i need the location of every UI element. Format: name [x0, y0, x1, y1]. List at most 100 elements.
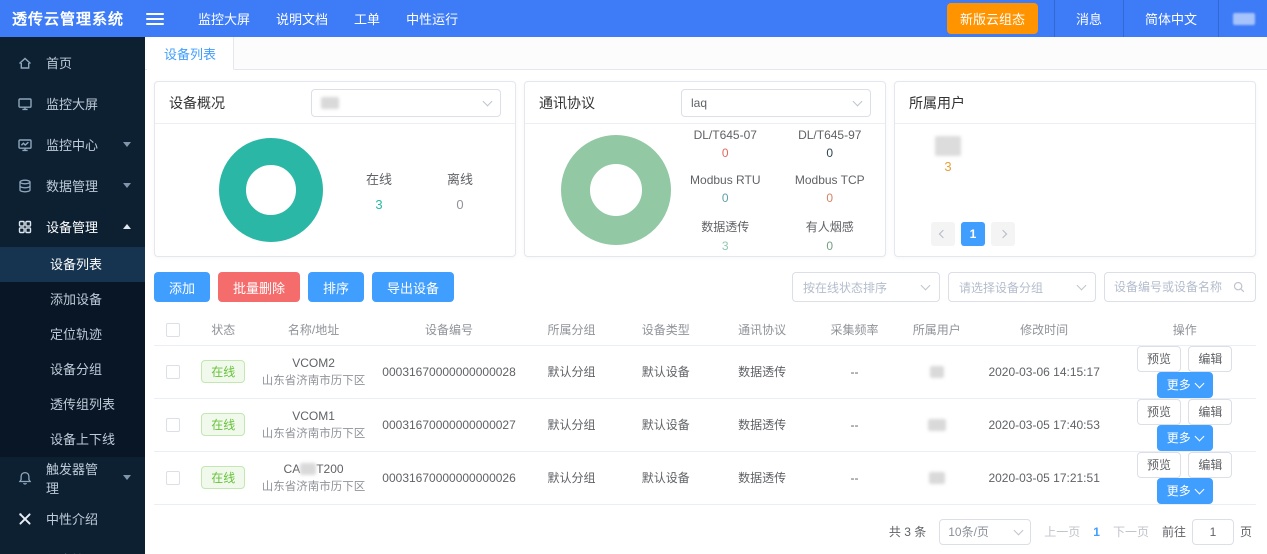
- device-name: VCOM1: [257, 409, 369, 423]
- owner-prev-page-button[interactable]: [931, 222, 955, 246]
- col-status: 状态: [192, 315, 254, 345]
- topbar: 透传云管理系统 监控大屏 说明文档 工单 中性运行 新版云组态 消息 简体中文: [0, 0, 1267, 37]
- chevron-down-icon: [921, 281, 931, 291]
- device-management-submenu: 设备列表 添加设备 定位轨迹 设备分组 透传组列表 设备上下线: [0, 247, 145, 457]
- chevron-down-icon: [123, 183, 131, 188]
- submenu-item-device-online-offline[interactable]: 设备上下线: [0, 422, 145, 457]
- chevron-down-icon: [853, 96, 863, 106]
- devices-icon: [17, 219, 33, 235]
- nav-work-order[interactable]: 工单: [354, 9, 380, 28]
- redacted-username: [935, 136, 961, 156]
- next-page-button[interactable]: 下一页: [1113, 523, 1149, 540]
- device-search-input[interactable]: [1114, 280, 1232, 294]
- sidebar-item-trigger-management[interactable]: 触发器管理: [0, 457, 145, 498]
- export-devices-button[interactable]: 导出设备: [372, 272, 454, 302]
- device-overview-select[interactable]: [311, 89, 501, 117]
- sidebar-item-data-management[interactable]: 数据管理: [0, 165, 145, 206]
- sidebar-item-home[interactable]: 首页: [0, 42, 145, 83]
- nav-monitor-screen[interactable]: 监控大屏: [198, 9, 250, 28]
- device-status-donut-chart: [219, 138, 323, 242]
- stat-dlt645-97: DL/T645-97 0: [795, 128, 865, 160]
- edit-button[interactable]: 编辑: [1188, 452, 1232, 478]
- messages-link[interactable]: 消息: [1055, 0, 1123, 37]
- hamburger-icon[interactable]: [146, 13, 164, 25]
- more-button[interactable]: 更多: [1157, 425, 1213, 451]
- tab-device-list[interactable]: 设备列表: [147, 37, 234, 70]
- language-link[interactable]: 简体中文: [1124, 0, 1218, 37]
- add-button[interactable]: 添加: [154, 272, 210, 302]
- more-button[interactable]: 更多: [1157, 372, 1213, 398]
- device-id: 00031670000000000028: [373, 345, 526, 398]
- app-title: 透传云管理系统: [0, 8, 136, 29]
- status-badge: 在线: [201, 413, 245, 436]
- table-row: 在线 VCOM1 山东省济南市历下区 00031670000000000027 …: [154, 398, 1256, 451]
- col-device-type: 设备类型: [618, 315, 714, 345]
- pagination: 共 3 条 10条/页 上一页 1 下一页 前往 页: [154, 519, 1256, 545]
- owner-user[interactable]: 3: [935, 136, 961, 174]
- bell-icon: [17, 470, 33, 486]
- search-icon[interactable]: [1232, 280, 1246, 294]
- device-name: VCOM2: [257, 356, 369, 370]
- submenu-item-device-list[interactable]: 设备列表: [0, 247, 145, 282]
- submenu-item-device-group[interactable]: 设备分组: [0, 352, 145, 387]
- page-size-select[interactable]: 10条/页: [939, 519, 1031, 545]
- chevron-left-icon: [939, 230, 947, 238]
- prev-page-button[interactable]: 上一页: [1044, 523, 1080, 540]
- row-checkbox[interactable]: [166, 471, 180, 485]
- submenu-item-location-track[interactable]: 定位轨迹: [0, 317, 145, 352]
- device-group-select[interactable]: 请选择设备分组: [948, 272, 1096, 302]
- tools-icon: [17, 511, 33, 527]
- submenu-item-passthrough-group-list[interactable]: 透传组列表: [0, 387, 145, 422]
- table-row: 在线 CAT200 山东省济南市历下区 00031670000000000026…: [154, 451, 1256, 504]
- nav-neutral-run[interactable]: 中性运行: [406, 9, 458, 28]
- chevron-down-icon: [1194, 378, 1204, 388]
- device-table: 状态 名称/地址 设备编号 所属分组 设备类型 通讯协议 采集频率 所属用户 修…: [154, 315, 1256, 505]
- owner-title: 所属用户: [909, 93, 965, 113]
- redacted-owner: [929, 472, 945, 484]
- sidebar-item-monitor-center[interactable]: 监控中心: [0, 124, 145, 165]
- device-id: 00031670000000000027: [373, 398, 526, 451]
- status-badge: 在线: [201, 466, 245, 489]
- protocol-select[interactable]: laq: [681, 89, 871, 117]
- preview-button[interactable]: 预览: [1137, 399, 1181, 425]
- row-checkbox[interactable]: [166, 365, 180, 379]
- chevron-down-icon: [123, 142, 131, 147]
- goto-page-input[interactable]: [1192, 519, 1234, 545]
- modified-time: 2020-03-05 17:40:53: [975, 398, 1114, 451]
- col-device-id: 设备编号: [373, 315, 526, 345]
- row-checkbox[interactable]: [166, 418, 180, 432]
- select-all-checkbox[interactable]: [166, 323, 180, 337]
- stat-dlt645-07: DL/T645-07 0: [690, 128, 760, 160]
- submenu-item-add-device[interactable]: 添加设备: [0, 282, 145, 317]
- page-1-button[interactable]: 1: [1093, 525, 1100, 539]
- sort-button[interactable]: 排序: [308, 272, 364, 302]
- sidebar: 首页 监控大屏 监控中心 数据管理 设备管理 设备列表 添加设备 定位轨迹 设备…: [0, 37, 145, 554]
- device-address: 山东省济南市历下区: [257, 372, 369, 388]
- device-name: CAT200: [257, 462, 369, 476]
- goto-label: 前往: [1162, 523, 1186, 540]
- sidebar-item-monitor-screen[interactable]: 监控大屏: [0, 83, 145, 124]
- preview-button[interactable]: 预览: [1137, 346, 1181, 372]
- more-button[interactable]: 更多: [1157, 478, 1213, 504]
- redacted-text: [300, 463, 316, 475]
- edit-button[interactable]: 编辑: [1188, 399, 1232, 425]
- protocol-card: 通讯协议 laq DL/T645-07 0: [524, 81, 886, 257]
- redacted-username[interactable]: [1233, 13, 1255, 25]
- device-address: 山东省济南市历下区: [257, 478, 369, 494]
- online-status-sort-select[interactable]: 按在线状态排序: [792, 272, 940, 302]
- device-overview-card: 设备概况 在线 3: [154, 81, 516, 257]
- owner-page-1-button[interactable]: 1: [961, 222, 985, 246]
- col-name-address: 名称/地址: [254, 315, 372, 345]
- sidebar-item-scada-management[interactable]: 组态管理: [0, 539, 145, 554]
- edit-button[interactable]: 编辑: [1188, 346, 1232, 372]
- sidebar-item-device-management[interactable]: 设备管理: [0, 206, 145, 247]
- preview-button[interactable]: 预览: [1137, 452, 1181, 478]
- sidebar-item-neutral-intro[interactable]: 中性介绍: [0, 498, 145, 539]
- total-count: 共 3 条: [889, 523, 926, 540]
- new-scada-button[interactable]: 新版云组态: [947, 3, 1038, 34]
- protocol-title: 通讯协议: [539, 93, 595, 113]
- divider: [1218, 0, 1219, 37]
- nav-docs[interactable]: 说明文档: [276, 9, 328, 28]
- owner-next-page-button[interactable]: [991, 222, 1015, 246]
- batch-delete-button[interactable]: 批量删除: [218, 272, 300, 302]
